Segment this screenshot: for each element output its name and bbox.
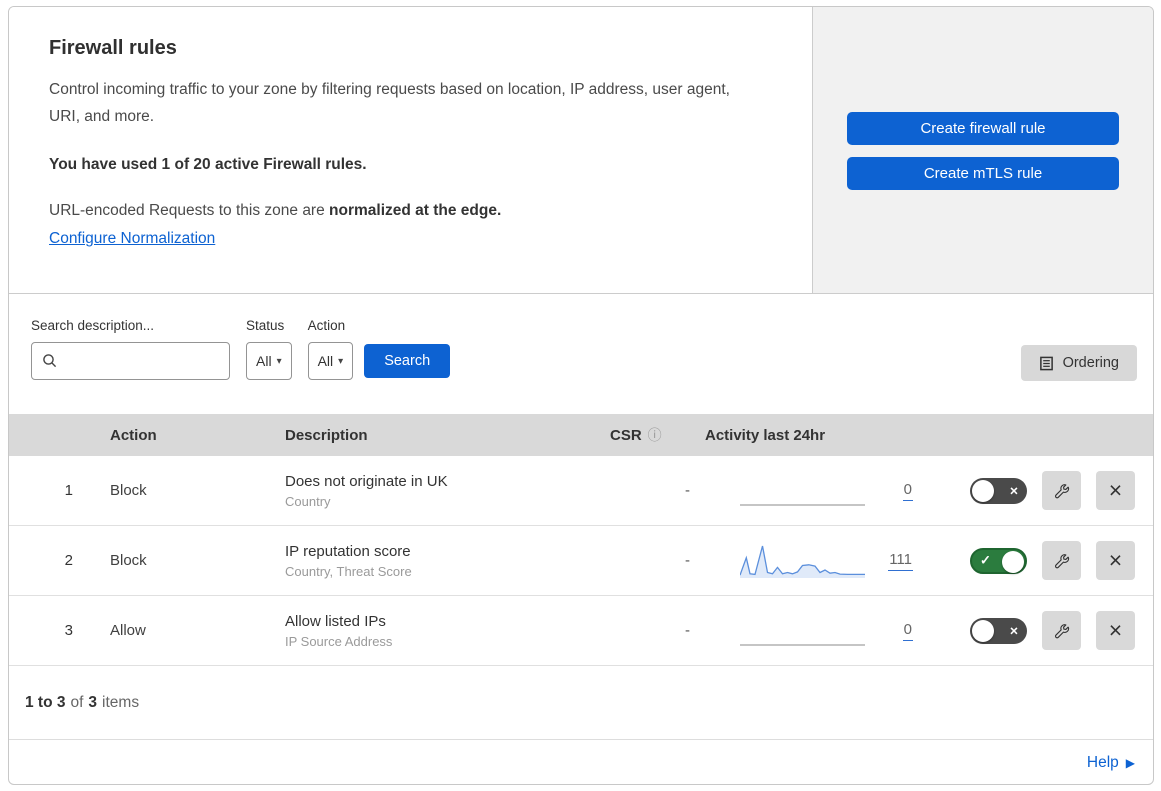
items-range: 1 to 3: [25, 693, 66, 711]
activity-count-link[interactable]: 111: [888, 551, 913, 571]
activity-chart: [740, 611, 865, 651]
items-of-label: of: [70, 693, 84, 711]
search-icon: [42, 353, 58, 369]
column-header-action: Action: [110, 426, 157, 444]
items-total: 3: [88, 693, 98, 711]
rule-csr-value: -: [685, 482, 690, 499]
create-mtls-rule-button[interactable]: Create mTLS rule: [847, 157, 1119, 190]
rule-csr-value: -: [685, 552, 690, 569]
column-header-activity: Activity last 24hr: [705, 426, 826, 444]
status-label: Status: [246, 318, 285, 333]
x-icon: ×: [1009, 482, 1018, 499]
wrench-icon: [1053, 482, 1071, 500]
rule-fields: IP Source Address: [285, 633, 393, 649]
rule-enabled-toggle[interactable]: ✓ ×: [970, 477, 1027, 504]
close-icon: ×: [1108, 477, 1123, 503]
toggle-knob: [1002, 550, 1024, 573]
status-dropdown[interactable]: All ▾: [246, 342, 292, 380]
usage-summary: You have used 1 of 20 active Firewall ru…: [49, 156, 367, 174]
action-dropdown-value: All: [317, 353, 334, 369]
rule-csr-value: -: [685, 622, 690, 639]
activity-sparkline: [739, 545, 865, 578]
column-header-description: Description: [285, 426, 368, 444]
header-text-block: Firewall rules Control incoming traffic …: [9, 7, 812, 293]
pagination-summary: 1 to 3 of 3 items: [9, 666, 1153, 739]
chevron-down-icon: ▾: [338, 355, 344, 367]
delete-rule-button[interactable]: ×: [1096, 541, 1135, 580]
activity-flatline: [740, 504, 865, 506]
edit-rule-button[interactable]: [1042, 611, 1081, 650]
rule-priority: 1: [64, 482, 73, 499]
rule-description: Does not originate in UK: [285, 472, 448, 490]
configure-normalization-link[interactable]: Configure Normalization: [49, 230, 215, 248]
table-row: 3 Allow Allow listed IPs IP Source Addre…: [9, 596, 1153, 666]
rule-priority: 2: [64, 552, 73, 569]
activity-chart: [739, 541, 865, 581]
close-icon: ×: [1108, 617, 1123, 643]
search-label: Search description...: [31, 318, 155, 333]
page-description: Control incoming traffic to your zone by…: [49, 81, 730, 126]
activity-chart: [740, 471, 865, 511]
toggle-knob: [972, 479, 994, 502]
rule-fields: Country, Threat Score: [285, 563, 412, 579]
table-row: 2 Block IP reputation score Country, Thr…: [9, 526, 1153, 596]
action-label: Action: [307, 318, 346, 333]
activity-count-link[interactable]: 0: [902, 481, 913, 501]
rule-description: IP reputation score: [285, 542, 411, 560]
activity-flatline: [740, 644, 865, 646]
close-icon: ×: [1108, 547, 1123, 573]
wrench-icon: [1053, 552, 1071, 570]
check-icon: ✓: [980, 552, 991, 568]
activity-count-link[interactable]: 0: [902, 621, 913, 641]
rule-enabled-toggle[interactable]: ✓ ×: [970, 547, 1027, 574]
action-dropdown[interactable]: All ▾: [307, 342, 354, 380]
search-input[interactable]: [31, 342, 230, 380]
status-dropdown-value: All: [256, 353, 272, 369]
toggle-knob: [972, 619, 994, 642]
rule-action: Block: [110, 552, 147, 569]
page-title: Firewall rules: [49, 37, 177, 59]
ordering-button[interactable]: Ordering: [1020, 345, 1137, 381]
create-firewall-rule-button[interactable]: Create firewall rule: [847, 112, 1119, 145]
help-link-label: Help: [1086, 753, 1119, 771]
search-button[interactable]: Search: [364, 344, 451, 378]
actions-panel: Create firewall rule Create mTLS rule: [812, 7, 1153, 293]
firewall-rules-panel: Firewall rules Control incoming traffic …: [8, 6, 1154, 785]
table-header: Action Description CSR ⓘ Activity last 2…: [9, 414, 1153, 456]
x-icon: ×: [1009, 622, 1018, 639]
normalization-note: URL-encoded Requests to this zone are no…: [49, 202, 502, 220]
rule-action: Allow: [110, 622, 146, 639]
rule-fields: Country: [285, 493, 331, 509]
edit-rule-button[interactable]: [1042, 541, 1081, 580]
chevron-down-icon: ▾: [276, 355, 282, 367]
rule-description: Allow listed IPs: [285, 612, 386, 630]
rule-enabled-toggle[interactable]: ✓ ×: [970, 617, 1027, 644]
delete-rule-button[interactable]: ×: [1096, 611, 1135, 650]
rule-priority: 3: [64, 622, 73, 639]
table-row: 1 Block Does not originate in UK Country…: [9, 456, 1153, 526]
edit-rule-button[interactable]: [1042, 471, 1081, 510]
rule-action: Block: [110, 482, 147, 499]
help-link[interactable]: Help ▶: [1087, 754, 1135, 772]
filter-bar: Search description... Status All ▾ Actio…: [9, 294, 1153, 414]
info-icon[interactable]: ⓘ: [648, 425, 662, 445]
column-header-csr: CSR ⓘ: [610, 425, 662, 445]
items-label: items: [102, 693, 140, 711]
list-document-icon: [1039, 356, 1054, 371]
wrench-icon: [1053, 622, 1071, 640]
header-section: Firewall rules Control incoming traffic …: [9, 7, 1153, 294]
arrow-right-icon: ▶: [1125, 755, 1135, 770]
help-bar: Help ▶: [9, 739, 1153, 784]
delete-rule-button[interactable]: ×: [1096, 471, 1135, 510]
ordering-button-label: Ordering: [1062, 355, 1119, 371]
